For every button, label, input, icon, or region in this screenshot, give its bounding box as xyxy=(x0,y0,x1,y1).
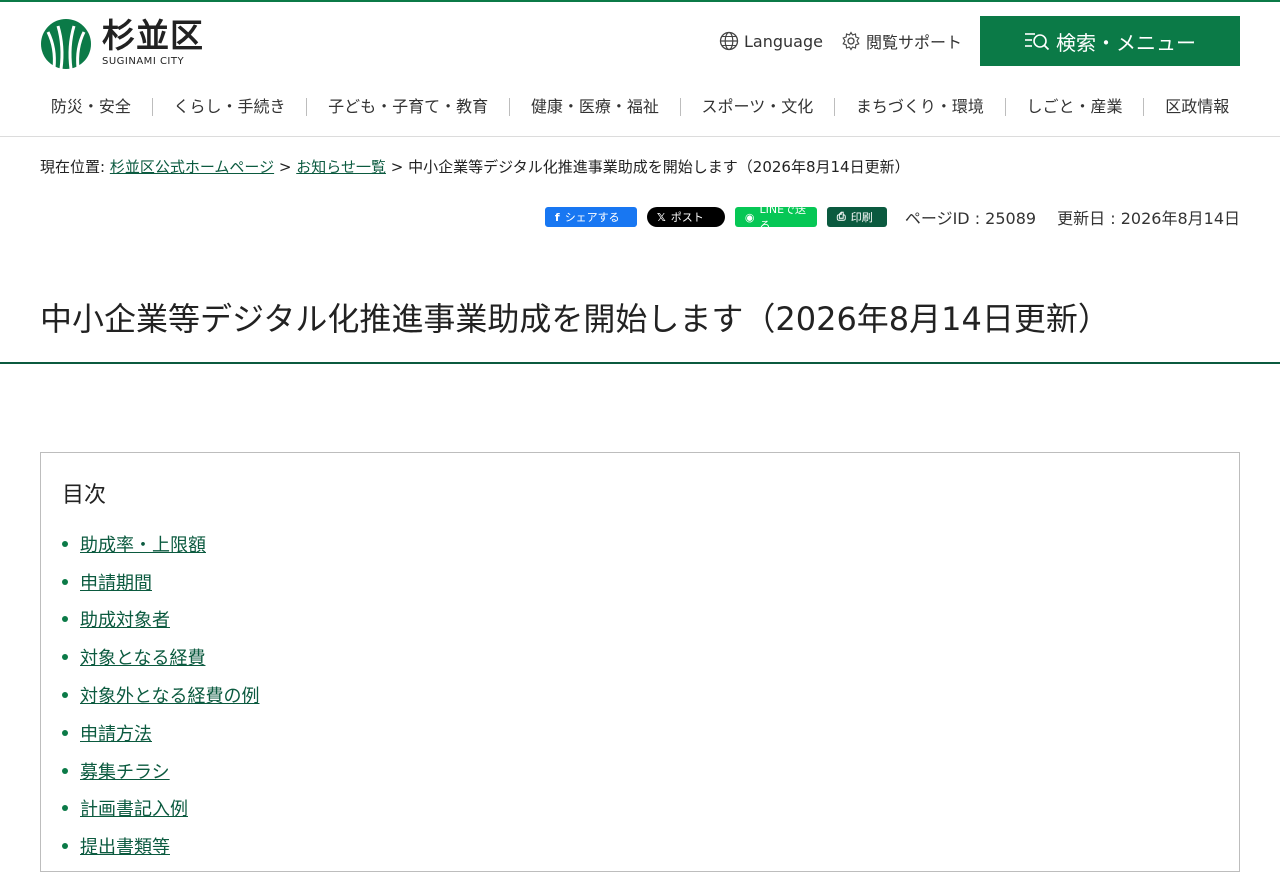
toc-link-eligible-expenses[interactable]: 対象となる経費 xyxy=(80,644,205,670)
toc-item: 助成対象者 xyxy=(62,601,259,639)
search-menu-icon xyxy=(1025,33,1050,51)
bullet-icon xyxy=(62,692,68,699)
toc-link-ineligible-expenses[interactable]: 対象外となる経費の例 xyxy=(80,682,259,708)
toc-link-plan-example[interactable]: 計画書記入例 xyxy=(80,795,188,821)
language-label: Language xyxy=(744,31,823,51)
gnav-item-children-education[interactable]: 子ども・子育て・教育 xyxy=(306,98,509,116)
facebook-share-label: シェアする xyxy=(564,211,620,224)
site-logo[interactable]: 杉並区 SUGINAMI CITY xyxy=(40,18,204,70)
utility-nav: Language 閲覧サポート 検索・メニュー xyxy=(719,16,1240,66)
page-title: 中小企業等デジタル化推進事業助成を開始します（2026年8月14日更新） xyxy=(40,300,1110,338)
breadcrumb-separator: > xyxy=(278,158,292,176)
globe-icon xyxy=(719,31,739,51)
facebook-share-button[interactable]: f シェアする xyxy=(544,207,637,227)
table-of-contents: 目次 助成率・上限額 申請期間 助成対象者 対象となる経費 対象外となる経費の例… xyxy=(40,452,1240,872)
toc-link-subsidy-rate[interactable]: 助成率・上限額 xyxy=(80,531,206,557)
toc-list: 助成率・上限額 申請期間 助成対象者 対象となる経費 対象外となる経費の例 申請… xyxy=(62,525,259,865)
page-title-area: 中小企業等デジタル化推進事業助成を開始します（2026年8月14日更新） xyxy=(0,268,1280,364)
suginami-emblem-icon xyxy=(41,19,91,70)
toc-item: 申請期間 xyxy=(62,563,259,601)
toc-link-application-method[interactable]: 申請方法 xyxy=(80,720,152,746)
support-label: 閲覧サポート xyxy=(865,33,962,52)
language-link[interactable]: Language xyxy=(719,31,823,51)
print-button[interactable]: ⎙ 印刷 xyxy=(826,207,887,227)
toc-item: 助成率・上限額 xyxy=(62,525,259,563)
bullet-icon xyxy=(62,654,68,661)
toc-item: 募集チラシ xyxy=(62,752,259,790)
gnav-item-municipal-info[interactable]: 区政情報 xyxy=(1143,98,1250,116)
site-header: 杉並区 SUGINAMI CITY Language 閲覧サポート 検索・メニュ… xyxy=(0,2,1280,137)
bullet-icon xyxy=(62,578,68,585)
bullet-icon xyxy=(62,616,68,623)
gear-icon xyxy=(842,31,860,51)
printer-icon: ⎙ xyxy=(836,210,846,223)
x-logo-icon: 𝕏 xyxy=(656,210,666,224)
line-icon: ◉ xyxy=(744,210,755,224)
toc-link-flyer[interactable]: 募集チラシ xyxy=(80,758,170,784)
gnav-item-living-procedures[interactable]: くらし・手続き xyxy=(151,98,307,116)
logo-english: SUGINAMI CITY xyxy=(102,56,185,67)
gnav-item-disaster-safety[interactable]: 防災・安全 xyxy=(30,98,152,116)
breadcrumb-separator: > xyxy=(390,158,404,176)
breadcrumb-prefix: 現在位置: xyxy=(40,158,106,176)
share-toolbar: f シェアする 𝕏 ポスト ◉ LINEで送る ⎙ 印刷 ページID : 250… xyxy=(544,203,1240,232)
toc-link-documents[interactable]: 提出書類等 xyxy=(80,833,170,859)
gnav-item-work-industry[interactable]: しごと・産業 xyxy=(1004,98,1144,116)
page-meta: ページID : 25089 更新日 : 2026年8月14日 xyxy=(905,205,1240,229)
toc-link-application-period[interactable]: 申請期間 xyxy=(80,569,152,595)
gnav-item-health-welfare[interactable]: 健康・医療・福祉 xyxy=(509,98,680,116)
gnav-item-town-environment[interactable]: まちづくり・環境 xyxy=(834,98,1005,116)
global-nav: 防災・安全 くらし・手続き 子ども・子育て・教育 健康・医療・福祉 スポーツ・文… xyxy=(30,98,1250,116)
x-post-label: ポスト xyxy=(670,211,704,224)
line-share-button[interactable]: ◉ LINEで送る xyxy=(734,203,817,232)
breadcrumb-current: 中小企業等デジタル化推進事業助成を開始します（2026年8月14日更新） xyxy=(408,158,910,176)
toc-item: 対象外となる経費の例 xyxy=(62,676,259,714)
bullet-icon xyxy=(62,805,68,812)
gnav-item-sports-culture[interactable]: スポーツ・文化 xyxy=(679,98,834,116)
toc-item: 計画書記入例 xyxy=(62,790,259,828)
breadcrumb-parent-link[interactable]: お知らせ一覧 xyxy=(296,158,386,176)
accessibility-support-link[interactable]: 閲覧サポート xyxy=(841,29,962,53)
toc-title: 目次 xyxy=(62,483,107,508)
page-id: ページID : 25089 xyxy=(904,209,1037,228)
facebook-icon: f xyxy=(554,210,560,224)
bullet-icon xyxy=(62,843,68,850)
updated-date: 更新日 : 2026年8月14日 xyxy=(1057,209,1240,228)
toc-link-eligible-applicants[interactable]: 助成対象者 xyxy=(80,606,170,632)
bullet-icon xyxy=(62,767,68,774)
logo-japanese: 杉並区 xyxy=(102,16,204,55)
line-share-label: LINEで送る xyxy=(759,203,807,232)
bullet-icon xyxy=(62,540,68,547)
breadcrumb: 現在位置: 杉並区公式ホームページ > お知らせ一覧 > 中小企業等デジタル化推… xyxy=(40,156,910,177)
print-label: 印刷 xyxy=(850,211,873,224)
search-menu-button[interactable]: 検索・メニュー xyxy=(980,16,1240,66)
search-menu-label: 検索・メニュー xyxy=(1056,30,1196,55)
bullet-icon xyxy=(62,729,68,736)
x-post-button[interactable]: 𝕏 ポスト xyxy=(646,207,725,227)
breadcrumb-home-link[interactable]: 杉並区公式ホームページ xyxy=(110,158,274,176)
toc-item: 申請方法 xyxy=(62,714,259,752)
toc-item: 対象となる経費 xyxy=(62,638,259,676)
